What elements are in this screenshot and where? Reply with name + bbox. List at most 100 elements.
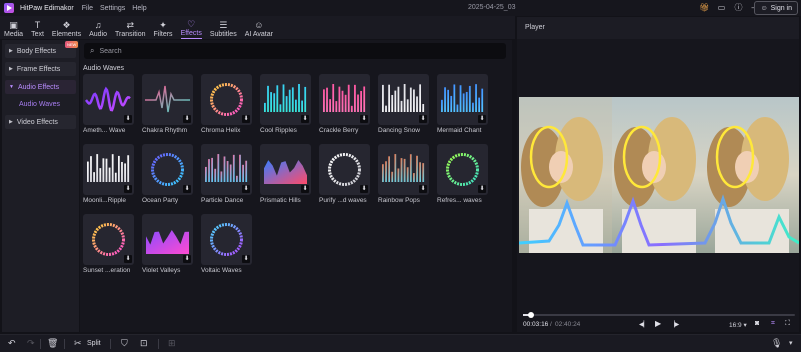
download-icon[interactable]: ⬇ [242,115,250,123]
download-icon[interactable]: ⬇ [360,185,368,193]
more-icon[interactable]: ▾ [789,339,793,347]
effect-tile[interactable]: ⬇ Refres... waves [437,144,488,205]
toolbar-divider [158,339,159,349]
tab-media[interactable]: ▣ Media [4,16,23,39]
effect-thumbnail[interactable]: ⬇ [142,144,193,195]
shield-icon[interactable]: ⛉ [121,338,128,349]
play-icon[interactable]: ▶ [655,319,661,328]
delete-icon[interactable]: 🗑︎ [47,338,58,349]
effect-thumbnail[interactable]: ⬇ [260,144,311,195]
download-icon[interactable]: ⬇ [124,185,132,193]
effect-thumbnail[interactable]: ⬇ [201,214,252,265]
effect-thumbnail[interactable]: ⬇ [83,74,134,125]
sidebar-item-body-effects[interactable]: ▶ Body Effects NEW [5,41,79,58]
sign-in-button[interactable]: ☺ Sign in [754,1,798,15]
previous-frame-icon[interactable]: ◀▏ [639,321,648,328]
seek-bar[interactable] [523,312,795,318]
effect-thumbnail[interactable]: ⬇ [83,214,134,265]
download-icon[interactable]: ⬇ [360,115,368,123]
effect-tile[interactable]: ⬇ Moonli...Ripple [83,144,134,205]
text-box-icon[interactable]: ⊡ [140,338,148,349]
effect-tile[interactable]: ⬇ Ocean Party [142,144,193,205]
effect-tile[interactable]: ⬇ Chakra Rhythm [142,74,193,135]
effect-tile[interactable]: ⬇ Chroma Helix [201,74,252,135]
sidebar-item-audio-effects[interactable]: ▼ Audio Effects [5,80,76,94]
aspect-ratio-select[interactable]: 16:9 ▾ [729,321,747,329]
download-icon[interactable]: ⬇ [183,185,191,193]
feedback-icon[interactable]: ▭ [716,2,727,13]
effect-tile[interactable]: ⬇ Mermaid Chant [437,74,488,135]
effect-tile[interactable]: ⬇ Dancing Snow [378,74,429,135]
download-icon[interactable]: ⬇ [124,255,132,263]
download-icon[interactable]: ⬇ [183,255,191,263]
video-preview[interactable] [519,97,799,253]
split-icon[interactable]: ✂ [74,338,82,349]
tab-filters[interactable]: ✦ Filters [154,16,173,39]
sidebar-item-video-effects[interactable]: ▶ Video Effects [5,115,76,129]
seek-handle[interactable] [528,312,534,318]
tab-transition[interactable]: ⇄ Transition [115,16,145,39]
search-box[interactable]: ⌕ [84,43,506,59]
redo-icon[interactable]: ↷ [27,338,35,349]
effect-tile[interactable]: ⬇ Rainbow Pops [378,144,429,205]
effect-thumbnail[interactable]: ⬇ [142,74,193,125]
download-icon[interactable]: ⬇ [124,115,132,123]
split-button[interactable]: Split [87,340,101,347]
effect-thumbnail[interactable]: ⬇ [378,144,429,195]
tab-ai-avatar[interactable]: ☺ AI Avatar [245,16,273,39]
tab-text[interactable]: T Text [31,16,44,39]
download-icon[interactable]: ⬇ [242,185,250,193]
effect-thumbnail[interactable]: ⬇ [378,74,429,125]
download-icon[interactable]: ⬇ [242,255,250,263]
effect-thumbnail[interactable]: ⬇ [319,74,370,125]
undo-icon[interactable]: ↶ [8,338,16,349]
safe-area-icon[interactable]: ⌗ [771,320,775,328]
effect-thumbnail[interactable]: ⬇ [201,144,252,195]
sidebar-item-frame-effects[interactable]: ▶ Frame Effects [5,62,76,76]
effect-thumbnail[interactable]: ⬇ [319,144,370,195]
media-icon: ▣ [9,20,18,30]
effect-tile[interactable]: ⬇ Prismatic Hills [260,144,311,205]
effect-tile[interactable]: ⬇ Sunset ...eration [83,214,134,275]
download-icon[interactable]: ⬇ [183,115,191,123]
crop-icon[interactable]: ⊞ [168,338,176,349]
next-frame-icon[interactable]: ▕▶ [670,321,679,328]
effect-thumbnail[interactable]: ⬇ [201,74,252,125]
fullscreen-icon[interactable]: ⛶ [785,320,790,328]
effect-tile[interactable]: ⬇ Cool Ripples [260,74,311,135]
download-icon[interactable]: ⬇ [301,185,309,193]
menu-settings[interactable]: Settings [100,5,125,12]
download-icon[interactable]: ⬇ [419,115,427,123]
effect-tile[interactable]: ⬇ Purify ...d waves [319,144,370,205]
download-icon[interactable]: ⬇ [478,185,486,193]
tab-elements[interactable]: ❖ Elements [52,16,81,39]
effect-label: Violet Valleys [142,267,181,274]
effect-thumbnail[interactable]: ⬇ [83,144,134,195]
effect-label: Crackle Berry [319,127,359,134]
info-icon[interactable]: ⓘ [733,2,744,13]
effect-thumbnail[interactable]: ⬇ [437,144,488,195]
effect-tile[interactable]: ⬇ Violet Valleys [142,214,193,275]
download-icon[interactable]: ⬇ [419,185,427,193]
tab-subtitles[interactable]: ☰ Subtitles [210,16,237,39]
snapshot-icon[interactable]: ◙ [755,320,759,327]
menu-help[interactable]: Help [132,5,146,12]
gift-icon[interactable]: 🎁︎ [699,2,710,13]
effect-thumbnail[interactable]: ⬇ [260,74,311,125]
download-icon[interactable]: ⬇ [478,115,486,123]
effect-thumbnail[interactable]: ⬇ [142,214,193,265]
effect-label: Ocean Party [142,197,179,204]
download-icon[interactable]: ⬇ [301,115,309,123]
effect-tile[interactable]: ⬇ Voltaic Waves [201,214,252,275]
tab-effects[interactable]: ♡ Effects [180,16,202,39]
search-input[interactable] [99,47,480,55]
microphone-icon[interactable]: 🎙︎ [771,338,782,349]
effect-thumbnail[interactable]: ⬇ [437,74,488,125]
menu-file[interactable]: File [82,5,93,12]
tab-audio[interactable]: ♫ Audio [89,16,107,39]
effect-label: Ameth... Wave [83,127,126,134]
effect-tile[interactable]: ⬇ Particle Dance [201,144,252,205]
sidebar-subitem-audio-waves[interactable]: Audio Waves [5,98,76,111]
effect-tile[interactable]: ⬇ Crackle Berry [319,74,370,135]
effect-tile[interactable]: ⬇ Ameth... Wave [83,74,134,135]
